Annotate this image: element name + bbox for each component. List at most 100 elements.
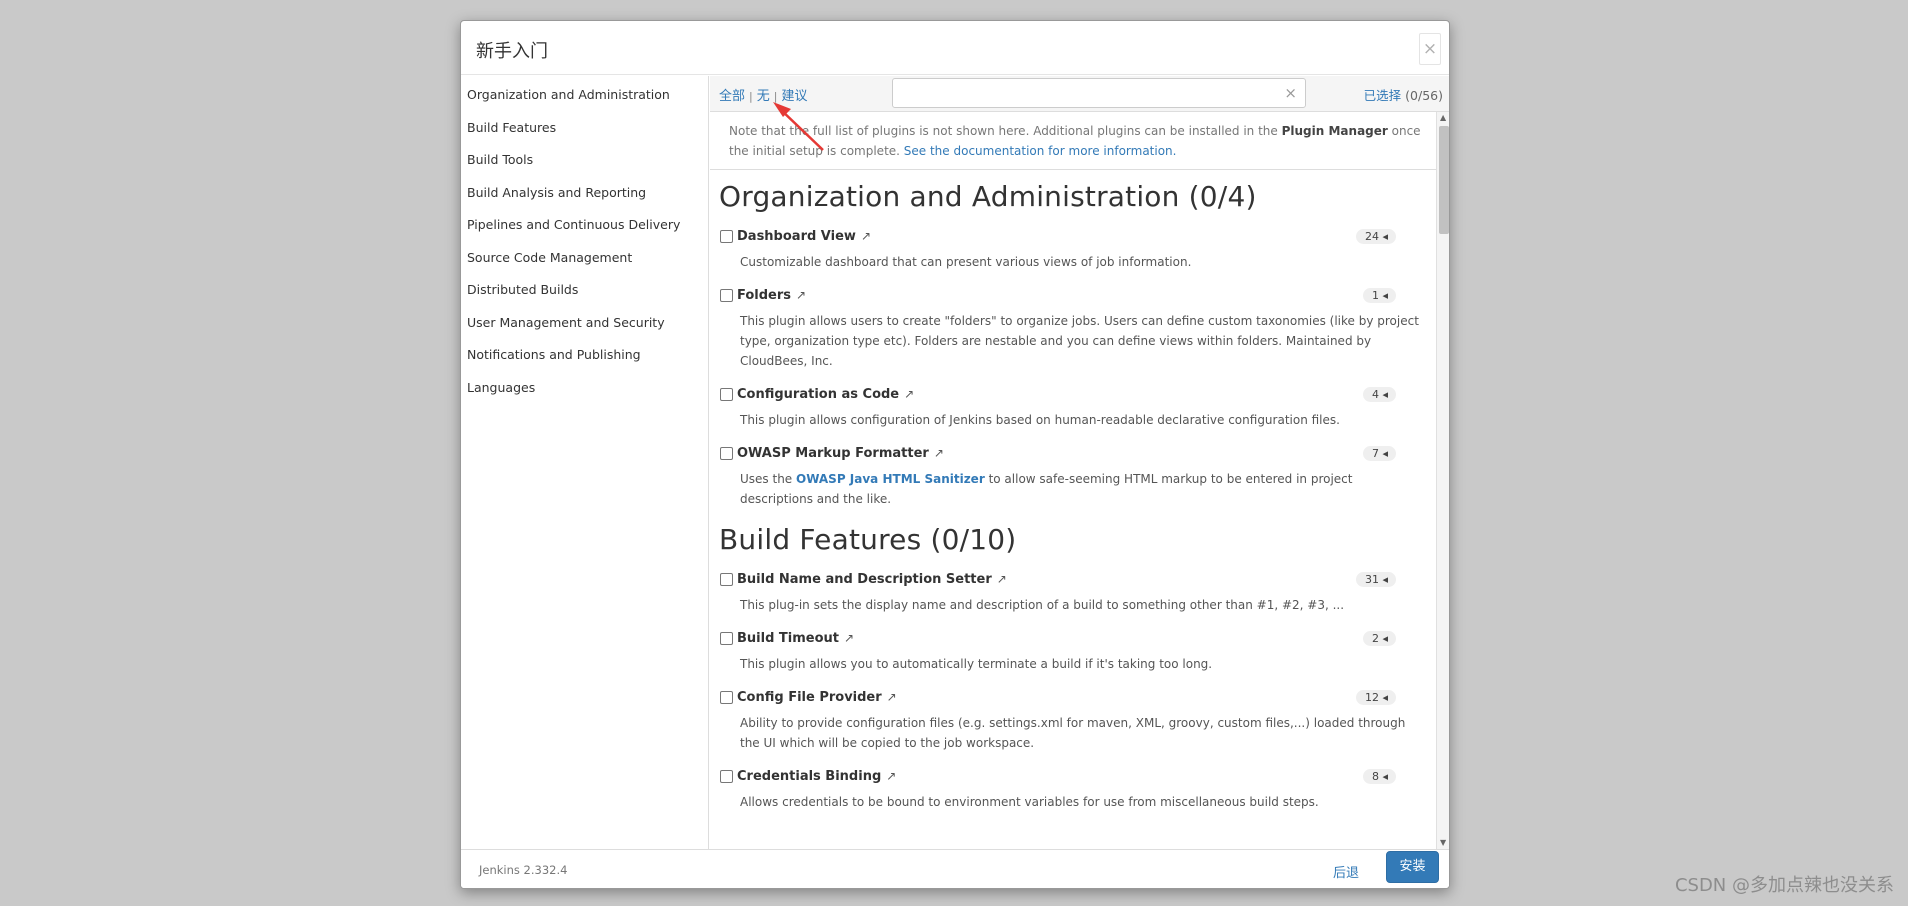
filter-all-link[interactable]: 全部 — [719, 89, 745, 104]
plugin-description: This plugin allows users to create "fold… — [740, 314, 1419, 368]
jenkins-version: Jenkins 2.332.4 — [479, 863, 568, 877]
filter-suggested-link[interactable]: 建议 — [781, 89, 807, 104]
scrollbar-thumb[interactable] — [1439, 126, 1449, 234]
external-link-icon[interactable]: ↗ — [904, 387, 914, 401]
plugin-item-dashboard-view: Dashboard View ↗ 24 ◂ Customizable dashb… — [720, 225, 1420, 272]
plugin-toolbar: 全部 | 无 | 建议 × 已选择 (0/56) — [710, 76, 1449, 112]
plugin-item-credentials-binding: Credentials Binding ↗ 8 ◂ Allows credent… — [720, 765, 1420, 812]
plugin-selection-panel: 全部 | 无 | 建议 × 已选择 (0/56) Note that the full … — [710, 76, 1449, 849]
dialog-footer: Jenkins 2.332.4 后退 安装 — [461, 849, 1449, 888]
note-text: Note that the full list of plugins is no… — [729, 124, 1282, 138]
filter-none-link[interactable]: 无 — [757, 89, 770, 104]
dependency-count-badge[interactable]: 12 ◂ — [1355, 690, 1396, 705]
caret-left-icon: ◂ — [1382, 573, 1388, 586]
dependency-count-badge[interactable]: 7 ◂ — [1362, 446, 1396, 461]
plugin-description: Customizable dashboard that can present … — [740, 255, 1192, 269]
sidebar-item-user-management-and-security[interactable]: User Management and Security — [461, 307, 708, 340]
sidebar-item-pipelines-and-continuous-delivery[interactable]: Pipelines and Continuous Delivery — [461, 209, 708, 242]
scroll-down-arrow-icon[interactable]: ▼ — [1440, 838, 1446, 847]
external-link-icon[interactable]: ↗ — [861, 229, 871, 243]
sidebar-item-notifications-and-publishing[interactable]: Notifications and Publishing — [461, 339, 708, 372]
plugin-checkbox[interactable] — [720, 288, 733, 302]
plugin-checkbox[interactable] — [720, 769, 733, 783]
sidebar-item-source-code-management[interactable]: Source Code Management — [461, 242, 708, 275]
plugin-list-scrollbar[interactable]: ▲ ▼ — [1436, 112, 1449, 849]
section-title-build-features: Build Features (0/10) — [719, 523, 1017, 556]
dialog-header: 新手入门 × — [461, 21, 1449, 75]
plugin-name: OWASP Markup Formatter — [737, 445, 929, 461]
plugin-search-input[interactable] — [893, 79, 1273, 107]
dependency-count-badge[interactable]: 4 ◂ — [1362, 387, 1396, 402]
caret-left-icon: ◂ — [1382, 230, 1388, 243]
plugin-manager-note: Note that the full list of plugins is no… — [710, 112, 1436, 170]
documentation-link[interactable]: See the documentation for more informati… — [904, 144, 1177, 158]
caret-left-icon: ◂ — [1382, 691, 1388, 704]
plugin-item-configuration-as-code: Configuration as Code ↗ 4 ◂ This plugin … — [720, 383, 1420, 430]
selected-label: 已选择 — [1363, 88, 1402, 103]
caret-left-icon: ◂ — [1382, 289, 1388, 302]
plugin-description: Ability to provide configuration files (… — [740, 716, 1406, 750]
plugin-checkbox[interactable] — [720, 229, 733, 243]
plugin-name: Build Timeout — [737, 630, 839, 646]
sidebar-item-build-features[interactable]: Build Features — [461, 112, 708, 145]
back-button[interactable]: 后退 — [1329, 856, 1363, 887]
clear-search-icon[interactable]: × — [1284, 84, 1297, 102]
plugin-manager-label: Plugin Manager — [1281, 124, 1388, 138]
plugin-item-config-file-provider: Config File Provider ↗ 12 ◂ Ability to p… — [720, 686, 1420, 753]
plugin-description: This plug-in sets the display name and d… — [740, 598, 1345, 612]
dependency-count-badge[interactable]: 8 ◂ — [1362, 769, 1396, 784]
plugin-name: Dashboard View — [737, 228, 856, 244]
scroll-up-arrow-icon[interactable]: ▲ — [1440, 113, 1446, 122]
dependency-count-badge[interactable]: 2 ◂ — [1362, 631, 1396, 646]
plugin-checkbox[interactable] — [720, 572, 733, 586]
setup-wizard-dialog: 新手入门 × Organization and Administration B… — [460, 20, 1450, 889]
sidebar-item-build-analysis-and-reporting[interactable]: Build Analysis and Reporting — [461, 177, 708, 210]
filter-separator: | — [749, 90, 753, 103]
dependency-count-badge[interactable]: 1 ◂ — [1362, 288, 1396, 303]
plugin-name: Folders — [737, 287, 792, 303]
plugin-checkbox[interactable] — [720, 631, 733, 645]
plugin-checkbox[interactable] — [720, 690, 733, 704]
plugin-name: Credentials Binding — [737, 768, 882, 784]
owasp-sanitizer-link[interactable]: OWASP Java HTML Sanitizer — [796, 472, 985, 486]
plugin-name: Config File Provider — [737, 689, 882, 705]
external-link-icon[interactable]: ↗ — [887, 690, 897, 704]
plugin-item-build-name-setter: Build Name and Description Setter ↗ 31 ◂… — [720, 568, 1420, 615]
external-link-icon[interactable]: ↗ — [844, 631, 854, 645]
caret-left-icon: ◂ — [1382, 388, 1388, 401]
selected-count-value: (0/56) — [1405, 88, 1443, 103]
plugin-description: This plugin allows you to automatically … — [740, 657, 1213, 671]
plugin-checkbox[interactable] — [720, 387, 733, 401]
sidebar-item-languages[interactable]: Languages — [461, 372, 708, 405]
sidebar-item-build-tools[interactable]: Build Tools — [461, 144, 708, 177]
plugin-search-box: × — [892, 78, 1306, 108]
plugin-name: Configuration as Code — [737, 386, 900, 402]
sidebar-item-organization-and-administration[interactable]: Organization and Administration — [461, 79, 708, 112]
external-link-icon[interactable]: ↗ — [796, 288, 806, 302]
plugin-checkbox[interactable] — [720, 446, 733, 460]
external-link-icon[interactable]: ↗ — [934, 446, 944, 460]
plugin-list: Note that the full list of plugins is no… — [710, 112, 1436, 849]
caret-left-icon: ◂ — [1382, 770, 1388, 783]
selected-count[interactable]: 已选择 (0/56) — [1364, 85, 1443, 104]
sidebar-item-distributed-builds[interactable]: Distributed Builds — [461, 274, 708, 307]
dialog-title: 新手入门 — [476, 41, 548, 62]
caret-left-icon: ◂ — [1382, 447, 1388, 460]
plugin-item-owasp-markup-formatter: OWASP Markup Formatter ↗ 7 ◂ Uses the OW… — [720, 442, 1420, 509]
category-sidebar: Organization and Administration Build Fe… — [461, 76, 709, 849]
selection-filters: 全部 | 无 | 建议 — [719, 85, 807, 104]
dependency-count-badge[interactable]: 24 ◂ — [1355, 229, 1396, 244]
filter-separator: | — [773, 90, 778, 103]
dependency-count-badge[interactable]: 31 ◂ — [1355, 572, 1396, 587]
external-link-icon[interactable]: ↗ — [997, 572, 1007, 586]
close-icon[interactable]: × — [1419, 33, 1441, 65]
plugin-item-folders: Folders ↗ 1 ◂ This plugin allows users t… — [720, 284, 1420, 371]
plugin-item-build-timeout: Build Timeout ↗ 2 ◂ This plugin allows y… — [720, 627, 1420, 674]
plugin-name: Build Name and Description Setter — [737, 571, 992, 587]
section-title-organization: Organization and Administration (0/4) — [719, 180, 1257, 213]
caret-left-icon: ◂ — [1382, 632, 1388, 645]
install-button[interactable]: 安装 — [1386, 851, 1439, 883]
plugin-description: This plugin allows configuration of Jenk… — [740, 413, 1340, 427]
external-link-icon[interactable]: ↗ — [886, 769, 896, 783]
csdn-watermark: CSDN @多加点辣也没关系 — [1674, 875, 1894, 896]
